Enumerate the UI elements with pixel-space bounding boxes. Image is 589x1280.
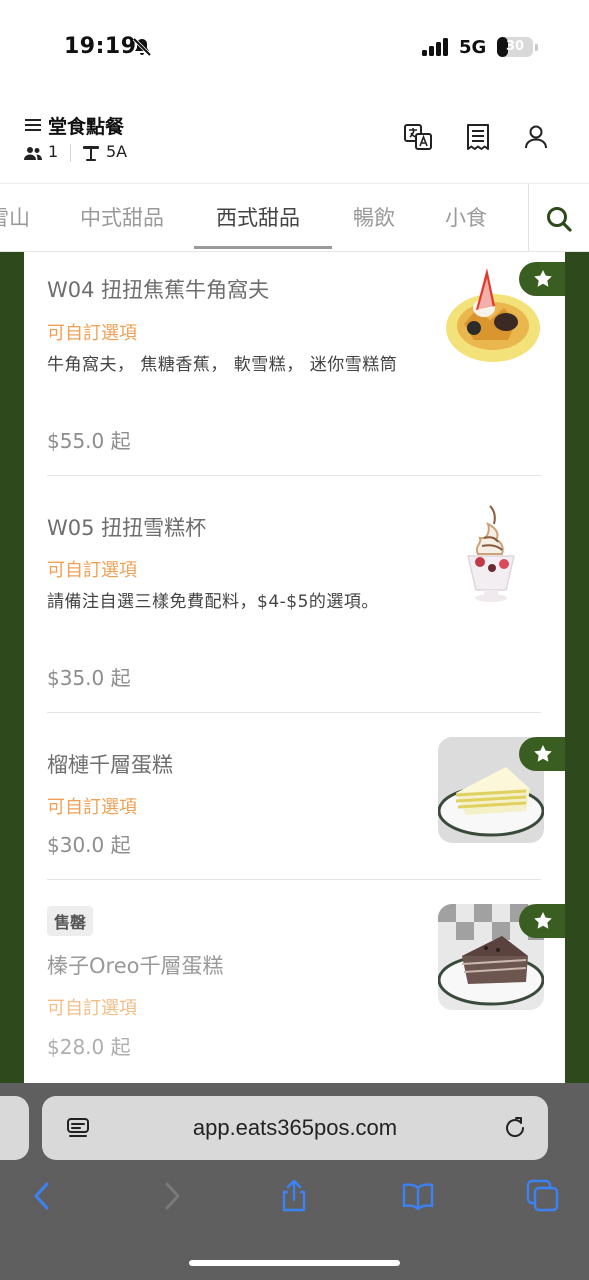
item-customizable-label: 可自訂選項 <box>47 998 137 1019</box>
tab-snacks[interactable]: 小食 <box>445 202 487 232</box>
battery-level: 30 <box>505 39 525 54</box>
item-price: $35.0 起 <box>47 666 131 690</box>
address-bar[interactable]: app.eats365pos.com <box>42 1096 548 1160</box>
menu-list-area: W04 扭扭焦蕉牛角窩夫 可自訂選項 牛角窩夫， 焦糖香蕉， 軟雪糕， 迷你雪糕… <box>0 252 589 1083</box>
tab-snow-mountain[interactable]: 雪山 <box>0 202 30 232</box>
status-time: 19:19 <box>64 34 137 59</box>
menu-item[interactable]: W04 扭扭焦蕉牛角窩夫 可自訂選項 牛角窩夫， 焦糖香蕉， 軟雪糕， 迷你雪糕… <box>24 252 565 476</box>
receipt-icon[interactable] <box>463 122 493 152</box>
item-name: W04 扭扭焦蕉牛角窩夫 <box>47 278 270 302</box>
item-price: $30.0 起 <box>47 833 131 857</box>
item-price: $28.0 起 <box>47 1035 131 1059</box>
battery-cap <box>535 44 538 51</box>
item-description: 牛角窩夫， 焦糖香蕉， 軟雪糕， 迷你雪糕筒 <box>47 355 398 375</box>
tab-chinese-desserts[interactable]: 中式甜品 <box>80 202 164 232</box>
table-icon <box>83 146 99 161</box>
sundae-photo <box>467 505 515 602</box>
bell-slash-icon <box>132 37 152 57</box>
browser-toolbar: app.eats365pos.com <box>0 1083 589 1280</box>
home-indicator <box>189 1260 400 1266</box>
item-description: 請備注自選三樣免費配料，$4-$5的選項。 <box>47 592 379 612</box>
reload-icon[interactable] <box>502 1115 528 1141</box>
menu-item[interactable]: 售罄 榛子Oreo千層蛋糕 可自訂選項 $28.0 起 <box>24 880 565 1083</box>
star-icon <box>534 745 552 762</box>
signal-icon <box>422 38 448 56</box>
menu-item[interactable]: W05 扭扭雪糕杯 可自訂選項 請備注自選三樣免費配料，$4-$5的選項。 $3… <box>24 476 565 713</box>
people-icon <box>24 147 42 160</box>
active-tab-indicator <box>194 246 332 249</box>
tab-western-desserts[interactable]: 西式甜品 <box>216 202 300 232</box>
previous-tab-preview[interactable] <box>0 1096 29 1160</box>
url-text[interactable]: app.eats365pos.com <box>42 1096 548 1160</box>
translate-icon[interactable] <box>403 122 433 152</box>
back-icon[interactable] <box>26 1179 60 1213</box>
guest-count: 1 <box>48 142 59 161</box>
app-header: 堂食點餐 1 5A <box>0 96 589 184</box>
search-icon[interactable] <box>544 204 574 234</box>
item-customizable-label: 可自訂選項 <box>47 323 137 344</box>
tabs-icon[interactable] <box>526 1179 560 1213</box>
table-number: 5A <box>106 142 128 161</box>
search-divider <box>528 184 529 251</box>
status-bar: 19:19 5G 30 <box>0 0 589 96</box>
page-title: 堂食點餐 <box>48 116 125 138</box>
share-icon[interactable] <box>277 1179 311 1213</box>
menu-list: W04 扭扭焦蕉牛角窩夫 可自訂選項 牛角窩夫， 焦糖香蕉， 軟雪糕， 迷你雪糕… <box>24 252 565 1083</box>
featured-badge <box>519 737 565 771</box>
item-price: $55.0 起 <box>47 429 131 453</box>
item-name: W05 扭扭雪糕杯 <box>47 516 207 540</box>
user-icon[interactable] <box>521 122 551 152</box>
item-customizable-label: 可自訂選項 <box>47 560 137 581</box>
featured-badge <box>519 262 565 296</box>
meta-divider <box>70 144 71 162</box>
star-icon <box>534 270 552 287</box>
forward-icon[interactable] <box>154 1179 188 1213</box>
category-tabs: 雪山 中式甜品 西式甜品 暢飲 小食 <box>0 184 589 252</box>
featured-badge <box>519 904 565 938</box>
menu-item[interactable]: 榴槤千層蛋糕 可自訂選項 $30.0 起 <box>24 713 565 880</box>
star-icon <box>534 912 552 929</box>
bookmarks-icon[interactable] <box>401 1179 435 1213</box>
menu-icon[interactable] <box>25 118 41 132</box>
item-customizable-label: 可自訂選項 <box>47 797 137 818</box>
sold-out-badge: 售罄 <box>47 906 94 936</box>
tab-drinks[interactable]: 暢飲 <box>353 202 395 232</box>
battery-indicator: 30 <box>497 37 533 57</box>
network-type: 5G <box>459 37 487 58</box>
item-name: 榛子Oreo千層蛋糕 <box>47 954 224 978</box>
item-name: 榴槤千層蛋糕 <box>47 753 173 777</box>
